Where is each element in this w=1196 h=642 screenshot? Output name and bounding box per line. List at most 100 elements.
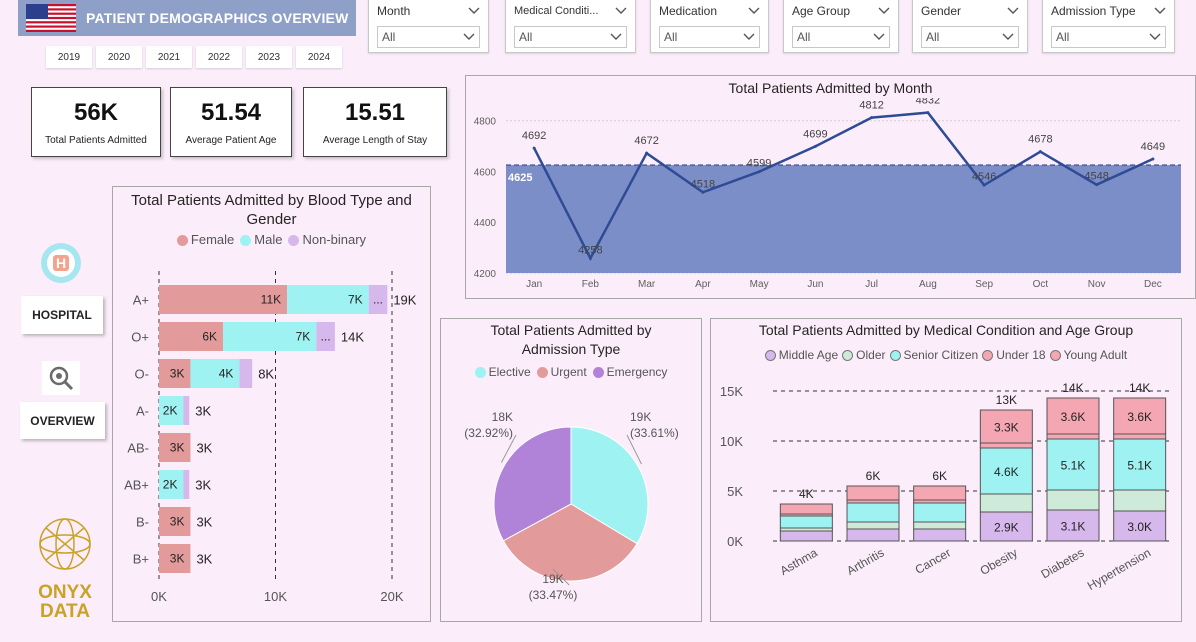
data-label: 4548 (1084, 171, 1108, 183)
chart-title: Total Patients Admitted by Medical Condi… (758, 322, 1134, 338)
category-label: A+ (133, 293, 149, 308)
x-tick-label: Jul (865, 279, 878, 290)
hospital-nav-button[interactable]: HOSPITAL (21, 296, 103, 334)
slicer-label: Medical Conditi... (514, 5, 599, 17)
kpi-value: 56K (73, 98, 119, 126)
hospital-icon-letter: H (56, 255, 66, 271)
admission-type-chart-panel: Total Patients Admitted by Admission Typ… (440, 318, 702, 622)
x-tick-label: Nov (1088, 279, 1106, 290)
chevron-down-icon[interactable] (748, 7, 760, 15)
data-label: 4546 (972, 171, 996, 183)
data-point (1038, 150, 1042, 154)
bar-data-label: 3.6K (1061, 410, 1086, 424)
page-title: PATIENT DEMOGRAPHICS OVERVIEW (86, 10, 349, 26)
legend-female[interactable]: Female (176, 232, 234, 247)
year-button-2023[interactable]: 2023 (246, 46, 292, 68)
age-group-slicer: Age Group All (783, 0, 899, 53)
search-icon[interactable] (42, 361, 80, 395)
legend-senior-citizen[interactable]: Senior Citizen (889, 348, 978, 362)
bar-data-label: 4K (219, 367, 234, 381)
us-flag-icon (26, 4, 76, 32)
legend-emergency[interactable]: Emergency (592, 365, 667, 379)
bar-total-label: 3K (196, 441, 212, 456)
data-label: 4812 (859, 100, 883, 112)
category-label: B- (136, 515, 149, 530)
kpi-value: 51.54 (200, 98, 262, 126)
legend-middle-age[interactable]: Middle Age (764, 348, 838, 362)
bar-data-label: 3.6K (1127, 410, 1152, 424)
chevron-down-icon[interactable] (615, 7, 627, 15)
bar-segment (846, 521, 900, 530)
chevron-down-icon (463, 33, 475, 40)
y-tick-label: 4400 (474, 218, 497, 229)
bar-data-label: 3K (170, 367, 185, 381)
bar-total-label: 6K (866, 469, 881, 483)
chart-legend: Elective Urgent Emergency (441, 365, 701, 379)
dropdown-value: All (519, 30, 533, 44)
admission-type-dropdown[interactable]: All (1051, 26, 1166, 48)
bar-data-label: 6K (202, 330, 217, 344)
data-label: 4649 (1141, 141, 1165, 153)
bar-segment (779, 503, 833, 515)
legend-non-binary[interactable]: Non-binary (288, 232, 366, 247)
legend-male[interactable]: Male (240, 232, 282, 247)
gender-dropdown[interactable]: All (921, 26, 1019, 48)
y-tick-label: 4200 (474, 269, 497, 280)
logo-text-onyx: ONYX (38, 582, 92, 603)
kpi-value: 15.51 (344, 98, 406, 126)
year-button-2019[interactable]: 2019 (46, 46, 92, 68)
data-point (870, 116, 874, 120)
legend-elective[interactable]: Elective (474, 365, 531, 379)
y-tick-label: 15K (720, 384, 743, 399)
chevron-down-icon[interactable] (1007, 7, 1019, 15)
x-tick-label: Feb (582, 279, 600, 290)
chevron-down-icon[interactable] (878, 7, 890, 15)
legend-urgent[interactable]: Urgent (536, 365, 587, 379)
bar-total-label: 3K (195, 478, 211, 493)
bar-data-label: 7K (296, 330, 311, 344)
title-bar: PATIENT DEMOGRAPHICS OVERVIEW (18, 0, 356, 36)
year-button-2024[interactable]: 2024 (296, 46, 342, 68)
category-label: O- (135, 367, 149, 382)
bar-segment (913, 521, 967, 530)
hospital-icon[interactable]: H (40, 242, 82, 284)
bar-total-label: 13K (996, 393, 1017, 407)
year-button-2021[interactable]: 2021 (146, 46, 192, 68)
medication-dropdown[interactable]: All (659, 26, 760, 48)
bar-data-label: 3.0K (1127, 520, 1152, 534)
year-button-2022[interactable]: 2022 (196, 46, 242, 68)
bar-total-label: 3K (196, 515, 212, 530)
legend-under-18[interactable]: Under 18 (982, 348, 1046, 362)
chevron-down-icon[interactable] (468, 7, 480, 15)
bar-data-label: 5.1K (1127, 459, 1152, 473)
bar-segment (1046, 433, 1100, 440)
chart-legend: Female Male Non-binary (113, 232, 430, 247)
chevron-down-icon[interactable] (1154, 7, 1166, 15)
x-tick-label: Mar (638, 279, 656, 290)
kpi-label: Average Patient Age (185, 134, 277, 146)
data-label: 4599 (747, 158, 771, 170)
overview-nav-button[interactable]: OVERVIEW (20, 402, 105, 439)
bar-data-label: 4.6K (994, 465, 1019, 479)
chevron-down-icon (610, 33, 622, 40)
legend-young-adult[interactable]: Young Adult (1049, 348, 1127, 362)
category-label: A- (136, 404, 149, 419)
year-button-2020[interactable]: 2020 (96, 46, 142, 68)
age-group-dropdown[interactable]: All (792, 26, 890, 48)
legend-older[interactable]: Older (842, 348, 886, 362)
x-tick-label: Oct (1033, 279, 1049, 290)
bar-segment (1046, 489, 1100, 511)
month-dropdown[interactable]: All (377, 26, 480, 48)
month-line-chart: 4200 4400 4600 4800 4625 4692 Jan 4258 Feb 4672 Ma… (474, 98, 1181, 290)
data-point (982, 183, 986, 187)
data-point (645, 151, 649, 155)
data-label: 4678 (1028, 134, 1052, 146)
onyx-data-logo: ONYX DATA (38, 518, 92, 622)
logo-text-data: DATA (40, 601, 90, 622)
medical-condition-dropdown[interactable]: All (514, 26, 627, 48)
chevron-down-icon (873, 33, 885, 40)
slicer-label: Gender (921, 4, 962, 18)
data-point (701, 190, 705, 194)
month-slicer: Month All (368, 0, 489, 53)
bar-segment (183, 470, 190, 499)
